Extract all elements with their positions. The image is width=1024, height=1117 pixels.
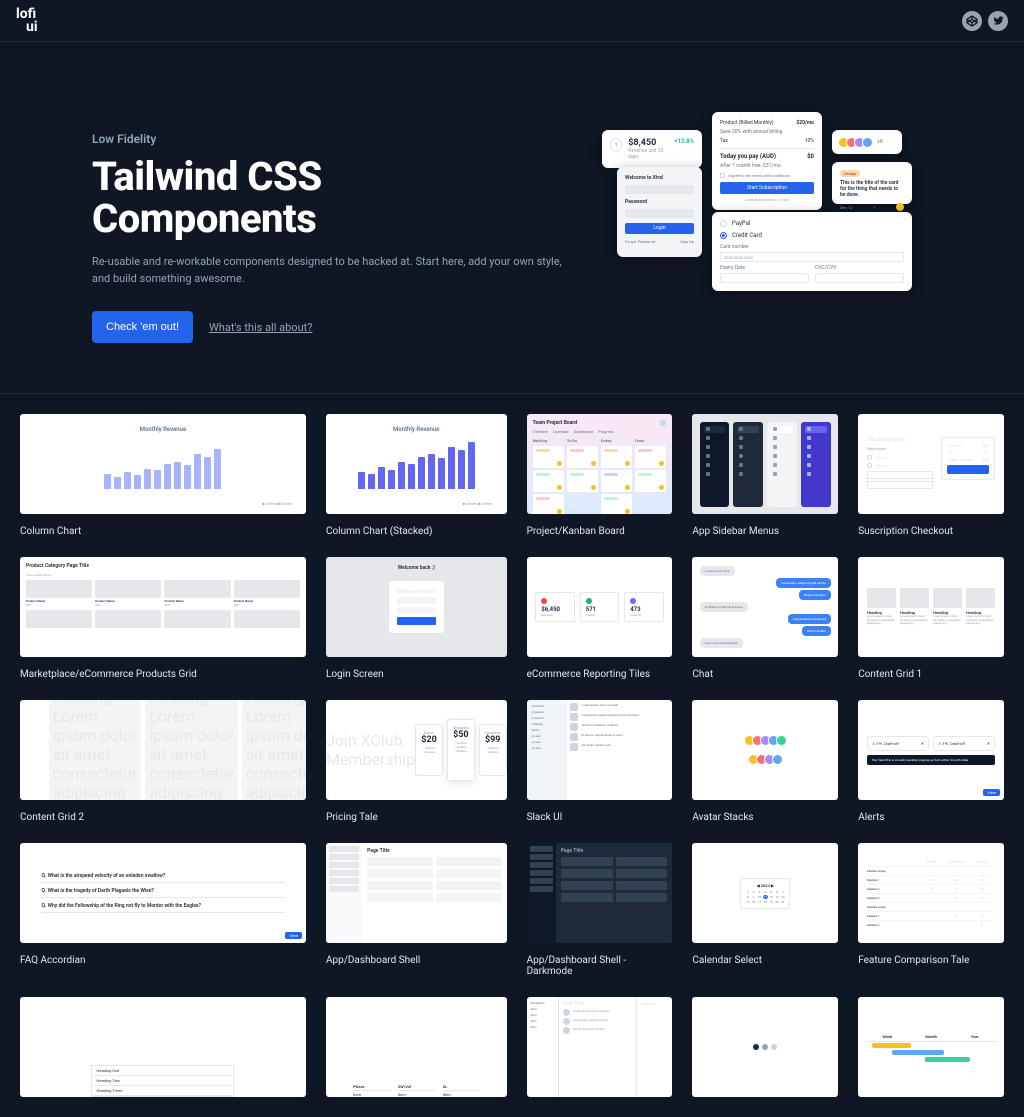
card-title: eCommerce Reporting Tiles	[527, 669, 673, 680]
card-kanban: Team Project Board TimelineCalendarDashb…	[527, 414, 673, 537]
thumb[interactable]: Lorem ipsum dolor Consectetur adipiscing…	[692, 557, 838, 657]
mockup-avatars-card: +8	[832, 130, 902, 154]
thumb[interactable]: Channels# general# random# designDirect@…	[527, 700, 673, 800]
thumb[interactable]: Heading One Heading Two Heading Three	[20, 997, 306, 1097]
thumb[interactable]	[692, 700, 838, 800]
thumb[interactable]: Product Category Page Title A short desc…	[20, 557, 306, 657]
card-title: Column Chart (Stacked)	[326, 526, 507, 537]
card-title: App Sidebar Menus	[692, 526, 838, 537]
card-login: Welcome back :) Welcome to Xtra! Login S…	[326, 557, 507, 680]
thumb[interactable]: Monthly Revenue ■ Series ■ Series	[326, 414, 507, 514]
twitter-icon[interactable]	[988, 11, 1008, 31]
card-column-chart-stacked: Monthly Revenue ■ Series ■ Series Column…	[326, 414, 507, 537]
card-title: Pricing Tale	[326, 812, 507, 823]
card-title: Chat	[692, 669, 838, 680]
hero-content: Low Fidelity Tailwind CSS Components Re-…	[92, 112, 582, 343]
card-dashboard-shell-dark: Page Title App/Dashboard Shell - Darkmod…	[527, 843, 673, 977]
card-title: Marketplace/eCommerce Products Grid	[20, 669, 306, 680]
thumb[interactable]: Q. What is the airspeed velocity of an u…	[20, 843, 306, 943]
thumb[interactable]: Welcome back :) Welcome to Xtra!	[326, 557, 507, 657]
thumb[interactable]	[692, 997, 838, 1097]
card-gantt: WeekMonthYear	[858, 997, 1004, 1097]
header-icons	[962, 11, 1008, 31]
card-title: Content Grid 1	[858, 669, 1004, 680]
card-pricing: Join XClub Membership Basic$20• Feature•…	[326, 700, 507, 823]
thumb[interactable]: Page Title	[326, 843, 507, 943]
card-slack: Channels# general# random# designDirect@…	[527, 700, 673, 823]
card-title: Login Screen	[326, 669, 507, 680]
thumb[interactable]: ⚠ FYI, Draft-off✕ ⚠ FYI, Draft-off✕ Hey …	[858, 700, 1004, 800]
mockup-pricing-card: Product (Billed Monthly)$20/mo Save 20% …	[712, 112, 822, 210]
card-content-grid-1: HeadingLorem ipsum dolor sit amet consec…	[858, 557, 1004, 680]
thumb[interactable]: Monthly Revenue ■ Series ■ Series	[20, 414, 306, 514]
hero-title: Tailwind CSS Components	[92, 156, 582, 240]
logo[interactable]: lofi ui	[16, 8, 38, 33]
mockup-payment-card: PayPal Credit Card Card number 0000 0000…	[712, 212, 912, 291]
card-products-grid: Product Category Page Title A short desc…	[20, 557, 306, 680]
card-title: Content Grid 2	[20, 812, 306, 823]
thumb[interactable]: Team Project Board TimelineCalendarDashb…	[527, 414, 673, 514]
card-column-chart: Monthly Revenue ■ Series ■ Series Column…	[20, 414, 306, 537]
card-feature-comparison: SmallMediumLarge Feature Group Feature 1…	[858, 843, 1004, 977]
card-title: App/Dashboard Shell	[326, 955, 507, 966]
about-link[interactable]: What's this all about?	[209, 321, 312, 334]
card-title: App/Dashboard Shell - Darkmode	[527, 955, 673, 977]
card-checkout: The Subscription Select plan Option Opti…	[858, 414, 1004, 537]
thumb[interactable]: PKzzaItem SW/VolItem XLItem	[326, 997, 507, 1097]
hero-description: Re-usable and re-workable components des…	[92, 254, 582, 287]
card-title: Slack UI	[527, 812, 673, 823]
card-title: Alerts	[858, 812, 1004, 823]
thumb[interactable]: SmallMediumLarge Feature Group Feature 1…	[858, 843, 1004, 943]
card-title: FAQ Accordian	[20, 955, 306, 966]
mockup-login-card: Welcome to Xtra! Password Login Forgot P…	[617, 167, 702, 257]
card-blog-layout: NavigationItemItemItemItem Post Title Lo…	[527, 997, 673, 1097]
card-avatar-stacks: Avatar Stacks	[692, 700, 838, 823]
thumb[interactable]: $6,450Revenue 571Orders 473Projects	[527, 557, 673, 657]
card-calendar: ◀ 2022 ▶ 1234567 891011121314 1516171819…	[692, 843, 838, 977]
card-title: Feature Comparison Tale	[858, 955, 1004, 966]
hero: Low Fidelity Tailwind CSS Components Re-…	[92, 42, 932, 393]
thumb[interactable]: ◀ 2022 ▶ 1234567 891011121314 1516171819…	[692, 843, 838, 943]
mockup-stat-card: ↑ $8,450 Revenue last 30 days +12.8%	[602, 130, 702, 168]
card-reporting-tiles: $6,450Revenue 571Orders 473Projects eCom…	[527, 557, 673, 680]
thumb[interactable]: Page Title	[527, 843, 673, 943]
card-faq: Q. What is the airspeed velocity of an u…	[20, 843, 306, 977]
card-sidebar-menus: App Sidebar Menus	[692, 414, 838, 537]
card-dashboard-shell: Page Title App/Dashboard Shell	[326, 843, 507, 977]
thumb[interactable]: NavigationItemItemItemItem Post Title Lo…	[527, 997, 673, 1097]
component-grid: Monthly Revenue ■ Series ■ Series Column…	[0, 394, 1024, 1117]
card-chat: Lorem ipsum dolor Consectetur adipiscing…	[692, 557, 838, 680]
card-title: Avatar Stacks	[692, 812, 838, 823]
card-title: Column Chart	[20, 526, 306, 537]
cta-button[interactable]: Check 'em out!	[92, 311, 193, 343]
thumb[interactable]: HeadingLorem ipsum dolor sit amet consec…	[20, 700, 306, 800]
card-content-grid-2: HeadingLorem ipsum dolor sit amet consec…	[20, 700, 306, 823]
hero-mockups: ↑ $8,450 Revenue last 30 days +12.8% Wel…	[612, 112, 932, 343]
card-title: Suscription Checkout	[858, 526, 1004, 537]
thumb[interactable]: Join XClub Membership Basic$20• Feature•…	[326, 700, 507, 800]
hero-actions: Check 'em out! What's this all about?	[92, 311, 582, 343]
card-title: Project/Kanban Board	[527, 526, 673, 537]
arrow-up-icon: ↑	[610, 138, 622, 152]
card-title: Calendar Select	[692, 955, 838, 966]
eyebrow: Low Fidelity	[92, 132, 582, 146]
card-table-2: PKzzaItem SW/VolItem XLItem	[326, 997, 507, 1097]
codepen-icon[interactable]	[962, 11, 982, 31]
thumb[interactable]	[692, 414, 838, 514]
thumb[interactable]: The Subscription Select plan Option Opti…	[858, 414, 1004, 514]
thumb[interactable]: HeadingLorem ipsum dolor sit amet consec…	[858, 557, 1004, 657]
card-loading	[692, 997, 838, 1097]
mockup-task-card: Design This is the title of the card for…	[832, 162, 912, 204]
card-alerts: ⚠ FYI, Draft-off✕ ⚠ FYI, Draft-off✕ Hey …	[858, 700, 1004, 823]
thumb[interactable]: WeekMonthYear	[858, 997, 1004, 1097]
card-table: Heading One Heading Two Heading Three	[20, 997, 306, 1097]
header: lofi ui	[0, 0, 1024, 42]
